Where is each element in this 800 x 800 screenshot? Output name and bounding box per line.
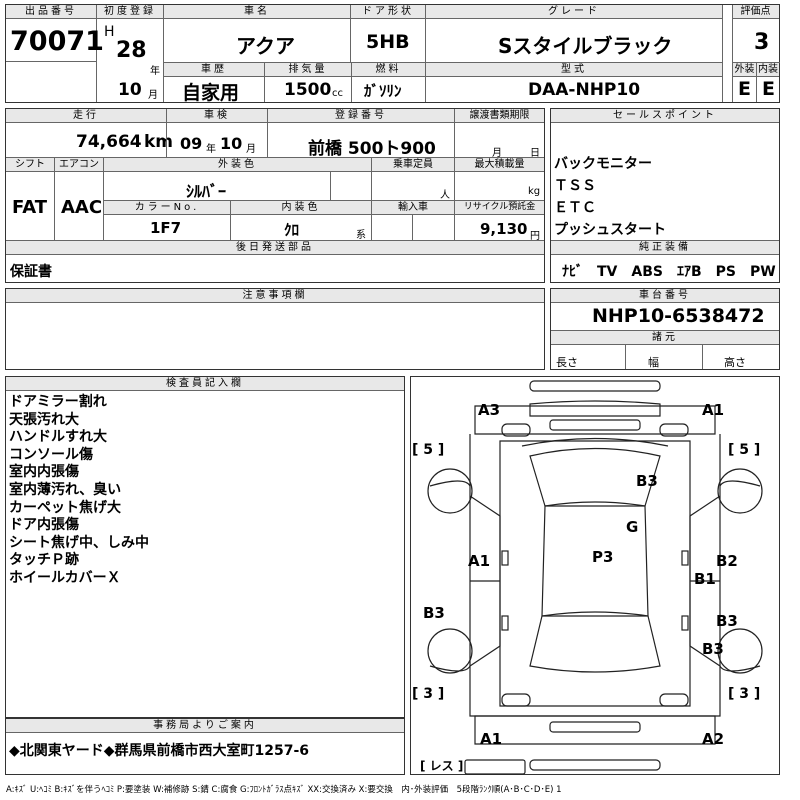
ext-color: ｼﾙﾊﾞｰ bbox=[186, 182, 227, 201]
mileage: 74,664 bbox=[76, 132, 142, 152]
spare-tire: [ レス ] bbox=[420, 759, 463, 773]
damage-mark: B3 bbox=[423, 604, 445, 622]
damage-mark: B1 bbox=[694, 570, 716, 588]
sales-item: ＴＳＳ bbox=[554, 178, 596, 194]
aircon-label: エアコン bbox=[55, 158, 103, 172]
color-no: 1F7 bbox=[150, 219, 182, 237]
mileage-label: 走行 bbox=[6, 109, 166, 123]
capacity-label: 乗車定員 bbox=[372, 158, 454, 172]
recycle: 9,130 bbox=[480, 220, 528, 238]
interior-grade: E bbox=[762, 78, 775, 100]
damage-mark: B3 bbox=[716, 612, 738, 630]
inspector-label: 検査員記入欄 bbox=[6, 377, 404, 391]
damage-mark: A3 bbox=[478, 401, 500, 419]
genuine-equipment: ﾅﾋﾞ TV ABS ｴｱB PS PW bbox=[562, 264, 776, 280]
later-parts: 保証書 bbox=[10, 264, 52, 280]
car-name: アクア bbox=[236, 34, 295, 58]
transfer-label: 譲渡書類期限 bbox=[455, 109, 544, 123]
genuine-label: 純正装備 bbox=[551, 241, 779, 255]
inspector-note: ドアミラー割れ bbox=[9, 394, 107, 410]
inspector-note: コンソール傷 bbox=[9, 446, 93, 463]
int-color: ｸﾛ bbox=[284, 221, 300, 239]
damage-mark: B2 bbox=[716, 552, 738, 570]
lot-label: 出品番号 bbox=[6, 5, 96, 19]
inspection-year: 09 bbox=[180, 134, 203, 153]
notes-label: 注意事項欄 bbox=[6, 289, 544, 303]
damage-mark: G bbox=[626, 518, 638, 536]
car-name-label: 車名 bbox=[164, 5, 350, 19]
door-label: ドア形状 bbox=[351, 5, 425, 19]
first-reg-label: 初度登録 bbox=[97, 5, 163, 19]
recycle-label: リサイクル預託金 bbox=[455, 201, 544, 215]
inspector-note: ハンドルすれ大 bbox=[9, 429, 107, 446]
inspector-note: タッチＰ跡 bbox=[9, 552, 79, 569]
inspector-note: ドア内張傷 bbox=[9, 517, 79, 534]
chassis-number: NHP10-6538472 bbox=[592, 305, 765, 327]
exterior-label: 外装 bbox=[733, 63, 756, 77]
fuel: ｶﾞｿﾘﾝ bbox=[364, 82, 402, 100]
model: DAA-NHP10 bbox=[528, 80, 641, 100]
damage-mark: B3 bbox=[636, 472, 658, 490]
era: H bbox=[104, 24, 115, 40]
chassis-label: 車台番号 bbox=[551, 289, 779, 303]
history-label: 車歴 bbox=[164, 63, 264, 77]
color-no-label: カラーNo. bbox=[104, 201, 230, 215]
later-parts-label: 後日発送部品 bbox=[6, 241, 544, 255]
inspector-note: 室内内張傷 bbox=[9, 464, 79, 481]
import-label: 輸入車 bbox=[372, 201, 454, 215]
shift: FAT bbox=[12, 197, 48, 218]
car-diagram-drawing: A3 A1 B3 G A1 P3 B2 B1 B3 B3 B3 A1 A2 [ … bbox=[412, 380, 763, 775]
inspector-note: シート焦げ中、しみ中 bbox=[9, 534, 149, 551]
displacement-label: 排気量 bbox=[265, 63, 351, 77]
first-reg-month: 10 bbox=[118, 80, 142, 100]
inspection-month: 10 bbox=[220, 134, 243, 153]
shift-label: シフト bbox=[6, 158, 54, 172]
damage-mark: B3 bbox=[702, 640, 724, 658]
model-label: 型式 bbox=[426, 63, 722, 77]
sales-item: ＥＴＣ bbox=[554, 200, 596, 216]
first-reg-year: 28 bbox=[116, 38, 147, 63]
damage-mark: A2 bbox=[702, 730, 724, 748]
tire-depth: [ 3 ] bbox=[728, 686, 760, 702]
history: 自家用 bbox=[182, 82, 240, 104]
damage-mark: P3 bbox=[592, 548, 613, 566]
ext-color-label: 外装色 bbox=[104, 158, 371, 172]
specs-label: 諸元 bbox=[551, 331, 779, 345]
displacement: 1500 bbox=[284, 80, 332, 100]
lot-number: 70071 bbox=[10, 26, 104, 57]
damage-mark: A1 bbox=[468, 552, 490, 570]
exterior-grade: E bbox=[738, 78, 751, 100]
sales-block bbox=[550, 108, 780, 283]
damage-mark: A1 bbox=[480, 730, 502, 748]
sales-item: プッシュスタート bbox=[554, 222, 666, 238]
damage-mark: A1 bbox=[702, 401, 724, 419]
office-label: 事務局よりご案内 bbox=[6, 719, 404, 733]
inspector-note: ホイールカバーＸ bbox=[9, 569, 121, 586]
inspector-note: 天張汚れ大 bbox=[9, 411, 79, 428]
tire-depth: [ 3 ] bbox=[412, 686, 444, 702]
sales-label: セールスポイント bbox=[551, 109, 779, 123]
inspection-label: 車検 bbox=[167, 109, 267, 123]
tire-depth: [ 5 ] bbox=[728, 442, 760, 458]
max-load-label: 最大積載量 bbox=[455, 158, 544, 172]
plate: 前橋 500ト900 bbox=[308, 139, 436, 159]
fuel-label: 燃料 bbox=[352, 63, 425, 77]
inspector-note: 室内薄汚れ、臭い bbox=[9, 481, 122, 498]
legend: A:ｷｽﾞ U:ﾍｺﾐ B:ｷｽﾞを伴うﾍｺﾐ P:要塗装 W:補修跡 S:錆 … bbox=[6, 785, 562, 795]
door-type: 5HB bbox=[366, 31, 410, 53]
interior-label: 内装 bbox=[757, 63, 779, 77]
score-label: 評価点 bbox=[732, 5, 779, 19]
office-address: ◆北関東ヤード◆群馬県前橋市西大室町1257-6 bbox=[9, 743, 310, 759]
score: 3 bbox=[754, 30, 770, 55]
aircon: AAC bbox=[61, 197, 103, 218]
inspector-note: カーペット焦げ大 bbox=[9, 499, 121, 516]
int-color-label: 内装色 bbox=[231, 201, 371, 215]
sales-item: バックモニター bbox=[554, 156, 652, 172]
grade: Sスタイルブラック bbox=[498, 34, 673, 58]
tire-depth: [ 5 ] bbox=[412, 442, 444, 458]
grade-label: グレード bbox=[426, 5, 722, 19]
plate-label: 登録番号 bbox=[268, 109, 454, 123]
